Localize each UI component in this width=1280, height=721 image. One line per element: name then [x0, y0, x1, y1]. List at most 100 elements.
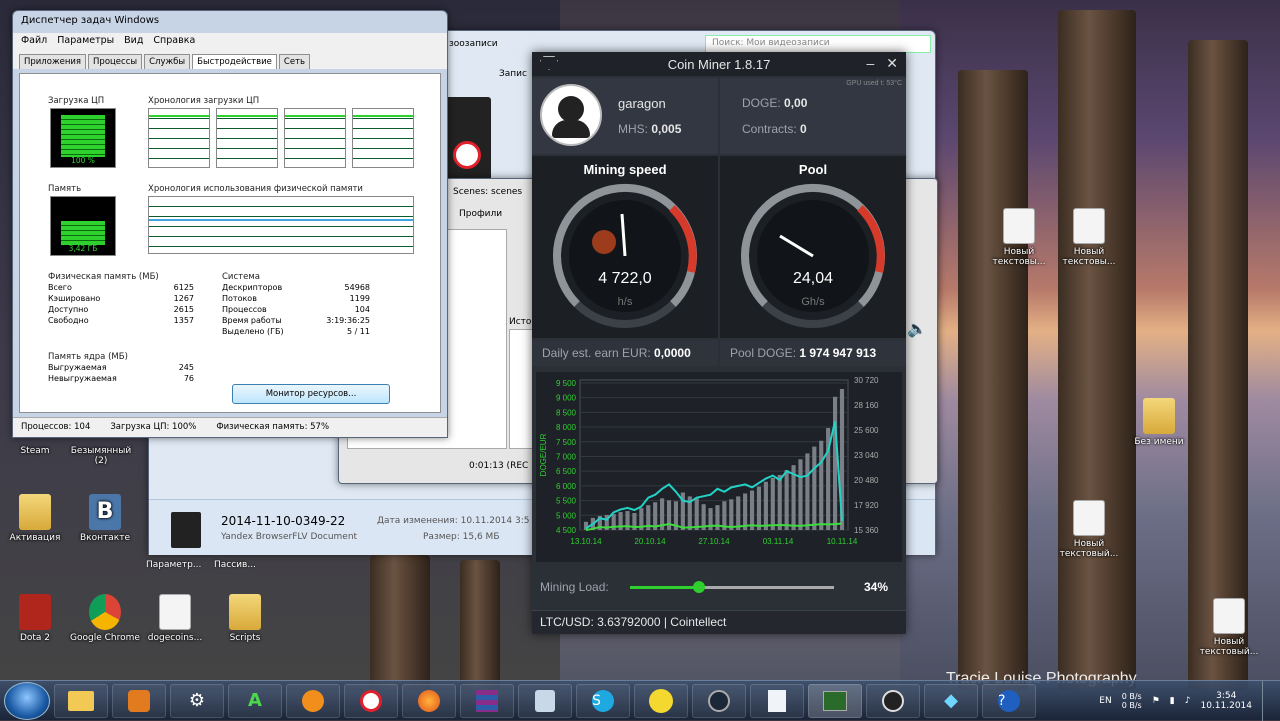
skype-taskbar-icon[interactable]: S: [576, 683, 630, 718]
desktop-icon-dota2[interactable]: Dota 2: [0, 594, 70, 643]
media-player-taskbar-icon[interactable]: [112, 683, 166, 718]
obs-profiles-menu[interactable]: Профили: [459, 209, 502, 219]
firefox-taskbar-icon[interactable]: [402, 683, 456, 718]
desktop-icon-activation[interactable]: Активация: [0, 494, 70, 543]
desktop-icon-text3[interactable]: Новый текстовый...: [1054, 500, 1124, 559]
odnoklassniki-taskbar-icon[interactable]: [286, 683, 340, 718]
file-type: Yandex BrowserFLV Document: [221, 532, 358, 542]
notepad-taskbar-icon[interactable]: [750, 683, 804, 718]
mining-load-slider[interactable]: [630, 581, 834, 593]
obs-taskbar-icon[interactable]: [866, 683, 920, 718]
clock[interactable]: 3:54 10.11.2014: [1200, 691, 1252, 711]
menu-file[interactable]: Файл: [21, 35, 47, 46]
desktop-icon-unnamed-folder[interactable]: Без имени: [1124, 398, 1194, 447]
desktop-icon-text2[interactable]: Новый текстовы...: [1054, 208, 1124, 267]
system-header: Система: [222, 272, 260, 282]
network-icon[interactable]: ▮: [1170, 696, 1175, 706]
task-manager-taskbar-icon[interactable]: [808, 683, 862, 718]
desktop-icon-text1[interactable]: Новый текстовы...: [984, 208, 1054, 267]
yandex-flv-large-icon: [445, 97, 491, 183]
price-ticker: LTC/USD: 3.63792000 | Cointellect: [532, 610, 906, 634]
y-right-tick-label: 30 720: [854, 376, 879, 385]
tab-processes[interactable]: Процессы: [88, 54, 143, 69]
winrar-taskbar-icon[interactable]: [460, 683, 514, 718]
smiley-taskbar-icon[interactable]: [634, 683, 688, 718]
language-indicator[interactable]: EN: [1099, 696, 1111, 706]
menu-help[interactable]: Справка: [153, 35, 195, 46]
obs-volume-icon[interactable]: 🔈: [907, 319, 927, 338]
volume-icon[interactable]: ♪: [1185, 696, 1191, 706]
desktop-icon-dogecoins[interactable]: dogecoins...: [140, 594, 210, 643]
account-panel: garagon MHS: 0,005: [532, 78, 718, 154]
flag-icon[interactable]: ⚑: [1152, 696, 1160, 706]
show-desktop-button[interactable]: [1262, 681, 1272, 721]
x-tick-label: 20.10.14: [634, 537, 666, 546]
chrome-icon: [89, 594, 121, 630]
status-memory: Физическая память: 57%: [216, 422, 330, 432]
resource-monitor-button[interactable]: Монитор ресурсов...: [232, 384, 390, 404]
cpu-history-graph-3: [284, 108, 346, 168]
avatar: [540, 84, 602, 146]
green-a-taskbar-icon[interactable]: A: [228, 683, 282, 718]
doge-label: DOGE:: [742, 96, 781, 110]
close-button[interactable]: ✕: [886, 55, 898, 72]
contracts-value: 0: [800, 122, 807, 136]
y-right-tick-label: 17 920: [854, 501, 879, 510]
start-button[interactable]: [4, 681, 50, 720]
help-taskbar-icon[interactable]: ?: [982, 683, 1036, 718]
gear-app-taskbar-icon[interactable]: ⚙: [170, 683, 224, 718]
tab-performance[interactable]: Быстродействие: [192, 54, 277, 69]
tab-applications[interactable]: Приложения: [19, 54, 87, 69]
desktop-icon-chrome[interactable]: Google Chrome: [70, 594, 140, 643]
slider-handle[interactable]: [693, 581, 706, 593]
explorer-taskbar-icon[interactable]: [54, 683, 108, 718]
y-left-tick-label: 9 000: [556, 394, 577, 403]
explorer-search[interactable]: Поиск: Мои видеозаписи: [705, 35, 931, 53]
glass-app-taskbar-icon[interactable]: [518, 683, 572, 718]
table-row: Кэшировано 1267: [48, 294, 194, 303]
y-right-tick-label: 20 480: [854, 476, 879, 485]
text-file-icon: [1073, 500, 1105, 536]
kernel-mem-table: Выгружаемая 245 Невыгружаемая 76: [46, 362, 196, 384]
table-row: Свободно 1357: [48, 316, 194, 325]
yandex-browser-taskbar-icon[interactable]: [344, 683, 398, 718]
task-manager-title: Диспетчер задач Windows: [21, 15, 160, 26]
tab-services[interactable]: Службы: [144, 54, 191, 69]
mining-speed-gauge: [553, 183, 697, 328]
chart-bar: [666, 500, 672, 530]
steam-taskbar-icon[interactable]: [692, 683, 746, 718]
desktop-icon-vkontakte[interactable]: B Вконтакте: [70, 494, 140, 543]
daily-earn-label: Daily est. earn EUR:: [542, 346, 651, 360]
y-left-tick-label: 5 500: [556, 497, 577, 506]
desktop-icon-unnamed2[interactable]: Безымянный (2): [66, 446, 136, 466]
coin-miner-taskbar-icon[interactable]: ◆: [924, 683, 978, 718]
y-left-tick-label: 9 500: [556, 379, 577, 388]
task-manager-window[interactable]: Диспетчер задач Windows Файл Параметры В…: [12, 10, 448, 438]
tab-network[interactable]: Сеть: [278, 54, 311, 69]
coin-miner-window[interactable]: Coin Miner 1.8.17 – ✕ garagon MHS: 0,005…: [532, 52, 906, 634]
pool-doge-label: Pool DOGE:: [730, 346, 797, 360]
minimize-button[interactable]: –: [866, 55, 874, 72]
vk-icon: B: [89, 494, 121, 530]
explorer-tab-fragment[interactable]: Запис: [499, 69, 527, 79]
coin-miner-titlebar[interactable]: Coin Miner 1.8.17 – ✕: [532, 52, 906, 76]
table-row: Доступно 2615: [48, 305, 194, 314]
menu-options[interactable]: Параметры: [57, 35, 114, 46]
table-row: Потоков 1199: [222, 294, 370, 303]
mining-load-label: Mining Load:: [540, 580, 609, 594]
status-processes: Процессов: 104: [21, 422, 91, 432]
phys-mem-header: Физическая память (МБ): [48, 272, 159, 282]
desktop-icon-steam[interactable]: Steam: [0, 446, 70, 456]
taskbar: ⚙ A S ◆ ? EN 0 B/s 0 B/s ⚑ ▮ ♪ 3:54 10.1…: [0, 680, 1280, 721]
x-tick-label: 13.10.14: [570, 537, 602, 546]
folder-icon: [1143, 398, 1175, 434]
chart-bar: [777, 474, 782, 530]
contracts-label: Contracts:: [742, 122, 797, 136]
flv-file-icon: [171, 512, 201, 548]
desktop-icon-text4[interactable]: Новый текстовый...: [1194, 598, 1264, 657]
wallpaper-post: [460, 560, 500, 690]
menu-view[interactable]: Вид: [124, 35, 143, 46]
desktop-icon-scripts[interactable]: Scripts: [210, 594, 280, 643]
obs-sources-header: Исто: [509, 317, 532, 327]
daily-earn-value: 0,0000: [654, 346, 691, 360]
